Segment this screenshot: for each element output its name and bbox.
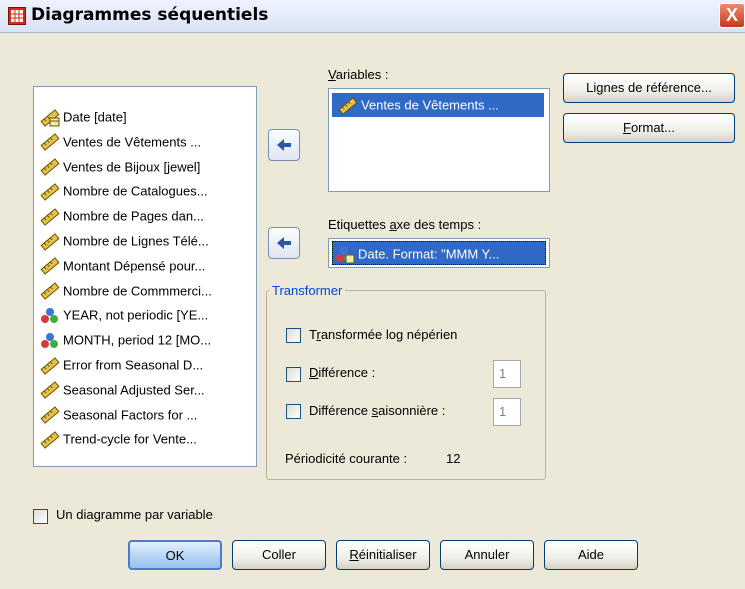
scale-ruler-icon — [40, 207, 60, 226]
transform-group-title: Transformer — [269, 283, 346, 298]
source-list-item[interactable]: Montant Dépensé pour... — [40, 254, 205, 278]
source-list-item-label: Ventes de Bijoux [jewel] — [63, 159, 201, 175]
source-list-item[interactable]: Error from Seasonal D... — [40, 353, 203, 377]
periodicity-label: Périodicité courante : — [285, 451, 408, 466]
paste-button[interactable]: Coller — [232, 540, 326, 570]
variables-list[interactable]: Ventes de Vêtements ... — [328, 88, 550, 192]
arrow-left-icon — [277, 139, 291, 151]
scale-ruler-icon — [40, 232, 60, 251]
scale-ruler-icon — [40, 431, 60, 449]
source-list-item[interactable]: Ventes de Bijoux [jewel] — [40, 155, 200, 179]
seasonal-difference-checkbox[interactable] — [286, 404, 301, 419]
difference-value-field[interactable]: 1 — [493, 360, 521, 388]
chart-table-icon — [8, 7, 26, 25]
date-ruler-icon — [40, 108, 60, 127]
ok-button[interactable]: OK — [128, 540, 222, 570]
title-bar[interactable]: Diagrammes séquentiels X — [0, 0, 745, 33]
help-button[interactable]: Aide — [544, 540, 638, 570]
variables-list-item[interactable]: Ventes de Vêtements ... — [332, 93, 544, 117]
close-button[interactable]: X — [719, 3, 745, 28]
difference-label[interactable]: Différence : — [309, 365, 375, 380]
one-chart-per-variable-label[interactable]: Un diagramme par variable — [56, 507, 213, 522]
source-list-item[interactable]: MONTH, period 12 [MO... — [40, 328, 211, 352]
one-chart-per-variable-checkbox[interactable] — [33, 509, 48, 524]
time-axis-value[interactable]: Date. Format: "MMM Y... — [332, 241, 546, 265]
scale-ruler-icon — [40, 158, 60, 176]
seasonal-difference-label[interactable]: Différence saisonnière : — [309, 403, 445, 418]
reference-lines-button[interactable]: Lignes de référence... — [563, 73, 735, 103]
source-list-item[interactable]: Ventes de Vêtements ... — [40, 130, 201, 154]
time-axis-field[interactable]: Date. Format: "MMM Y... — [328, 238, 550, 268]
close-icon: X — [725, 5, 738, 25]
source-variable-list[interactable]: Date [date] Ventes de Vêtements ... Ventes… — [33, 86, 257, 467]
source-list-item[interactable]: Seasonal Adjusted Ser... — [40, 378, 205, 402]
nominal-balls-icon — [41, 332, 58, 348]
source-list-item-label: YEAR, not periodic [YE... — [63, 307, 209, 323]
reset-button[interactable]: Réinitialiser — [336, 540, 430, 570]
source-list-item[interactable]: Nombre de Lignes Télé... — [40, 229, 209, 253]
dialog-body: Date [date] Ventes de Vêtements ... Ventes… — [0, 33, 745, 589]
log-transform-label[interactable]: Transformée log népérien — [309, 327, 457, 342]
format-button[interactable]: Format... — [563, 113, 735, 143]
scale-ruler-icon — [40, 406, 60, 424]
source-list-item-label: Seasonal Factors for ... — [63, 407, 198, 423]
source-list-item[interactable]: Trend-cycle for Vente... — [40, 427, 197, 451]
scale-ruler-icon — [40, 381, 60, 400]
scale-ruler-icon — [40, 356, 60, 375]
scale-ruler-icon — [40, 183, 60, 201]
source-list-item[interactable]: Nombre de Commmerci... — [40, 279, 212, 303]
window-title: Diagrammes séquentiels — [31, 5, 269, 25]
move-to-time-axis-button[interactable] — [268, 227, 300, 259]
scale-ruler-icon — [40, 282, 60, 300]
scale-ruler-icon — [338, 96, 358, 115]
scale-ruler-icon — [40, 133, 60, 152]
difference-checkbox[interactable] — [286, 367, 301, 382]
arrow-left-icon — [277, 237, 291, 249]
source-list-item[interactable]: Nombre de Catalogues... — [40, 179, 208, 203]
source-list-item-label: Nombre de Pages dan... — [63, 208, 204, 224]
source-list-item-label: Nombre de Commmerci... — [63, 283, 212, 299]
source-list-item-label: Montant Dépensé pour... — [63, 258, 206, 274]
source-list-item-label: Date [date] — [63, 109, 127, 125]
source-list-item-label: Ventes de Vêtements ... — [63, 134, 202, 150]
source-list-item-label: Error from Seasonal D... — [63, 357, 204, 373]
time-axis-label: Etiquettes axe des temps : — [328, 217, 482, 232]
log-transform-checkbox[interactable] — [286, 328, 301, 343]
cancel-button[interactable]: Annuler — [440, 540, 534, 570]
date-nominal-icon — [336, 246, 355, 264]
source-list-item-label: Trend-cycle for Vente... — [63, 431, 197, 447]
source-list-item-label: Nombre de Catalogues... — [63, 183, 208, 199]
variables-label: Variables : — [328, 67, 389, 82]
periodicity-value: 12 — [446, 451, 461, 466]
scale-ruler-icon — [40, 257, 60, 276]
source-list-item[interactable]: YEAR, not periodic [YE... — [40, 303, 208, 327]
source-list-item[interactable]: Seasonal Factors for ... — [40, 403, 197, 427]
move-to-variables-button[interactable] — [268, 129, 300, 161]
seasonal-difference-value-field[interactable]: 1 — [493, 398, 521, 426]
source-list-item[interactable]: Date [date] — [40, 105, 127, 129]
source-list-item-label: MONTH, period 12 [MO... — [63, 332, 212, 348]
nominal-balls-icon — [41, 307, 58, 323]
source-list-item-label: Nombre de Lignes Télé... — [63, 233, 209, 249]
source-list-item-label: Seasonal Adjusted Ser... — [63, 382, 205, 398]
source-list-item[interactable]: Nombre de Pages dan... — [40, 204, 204, 228]
